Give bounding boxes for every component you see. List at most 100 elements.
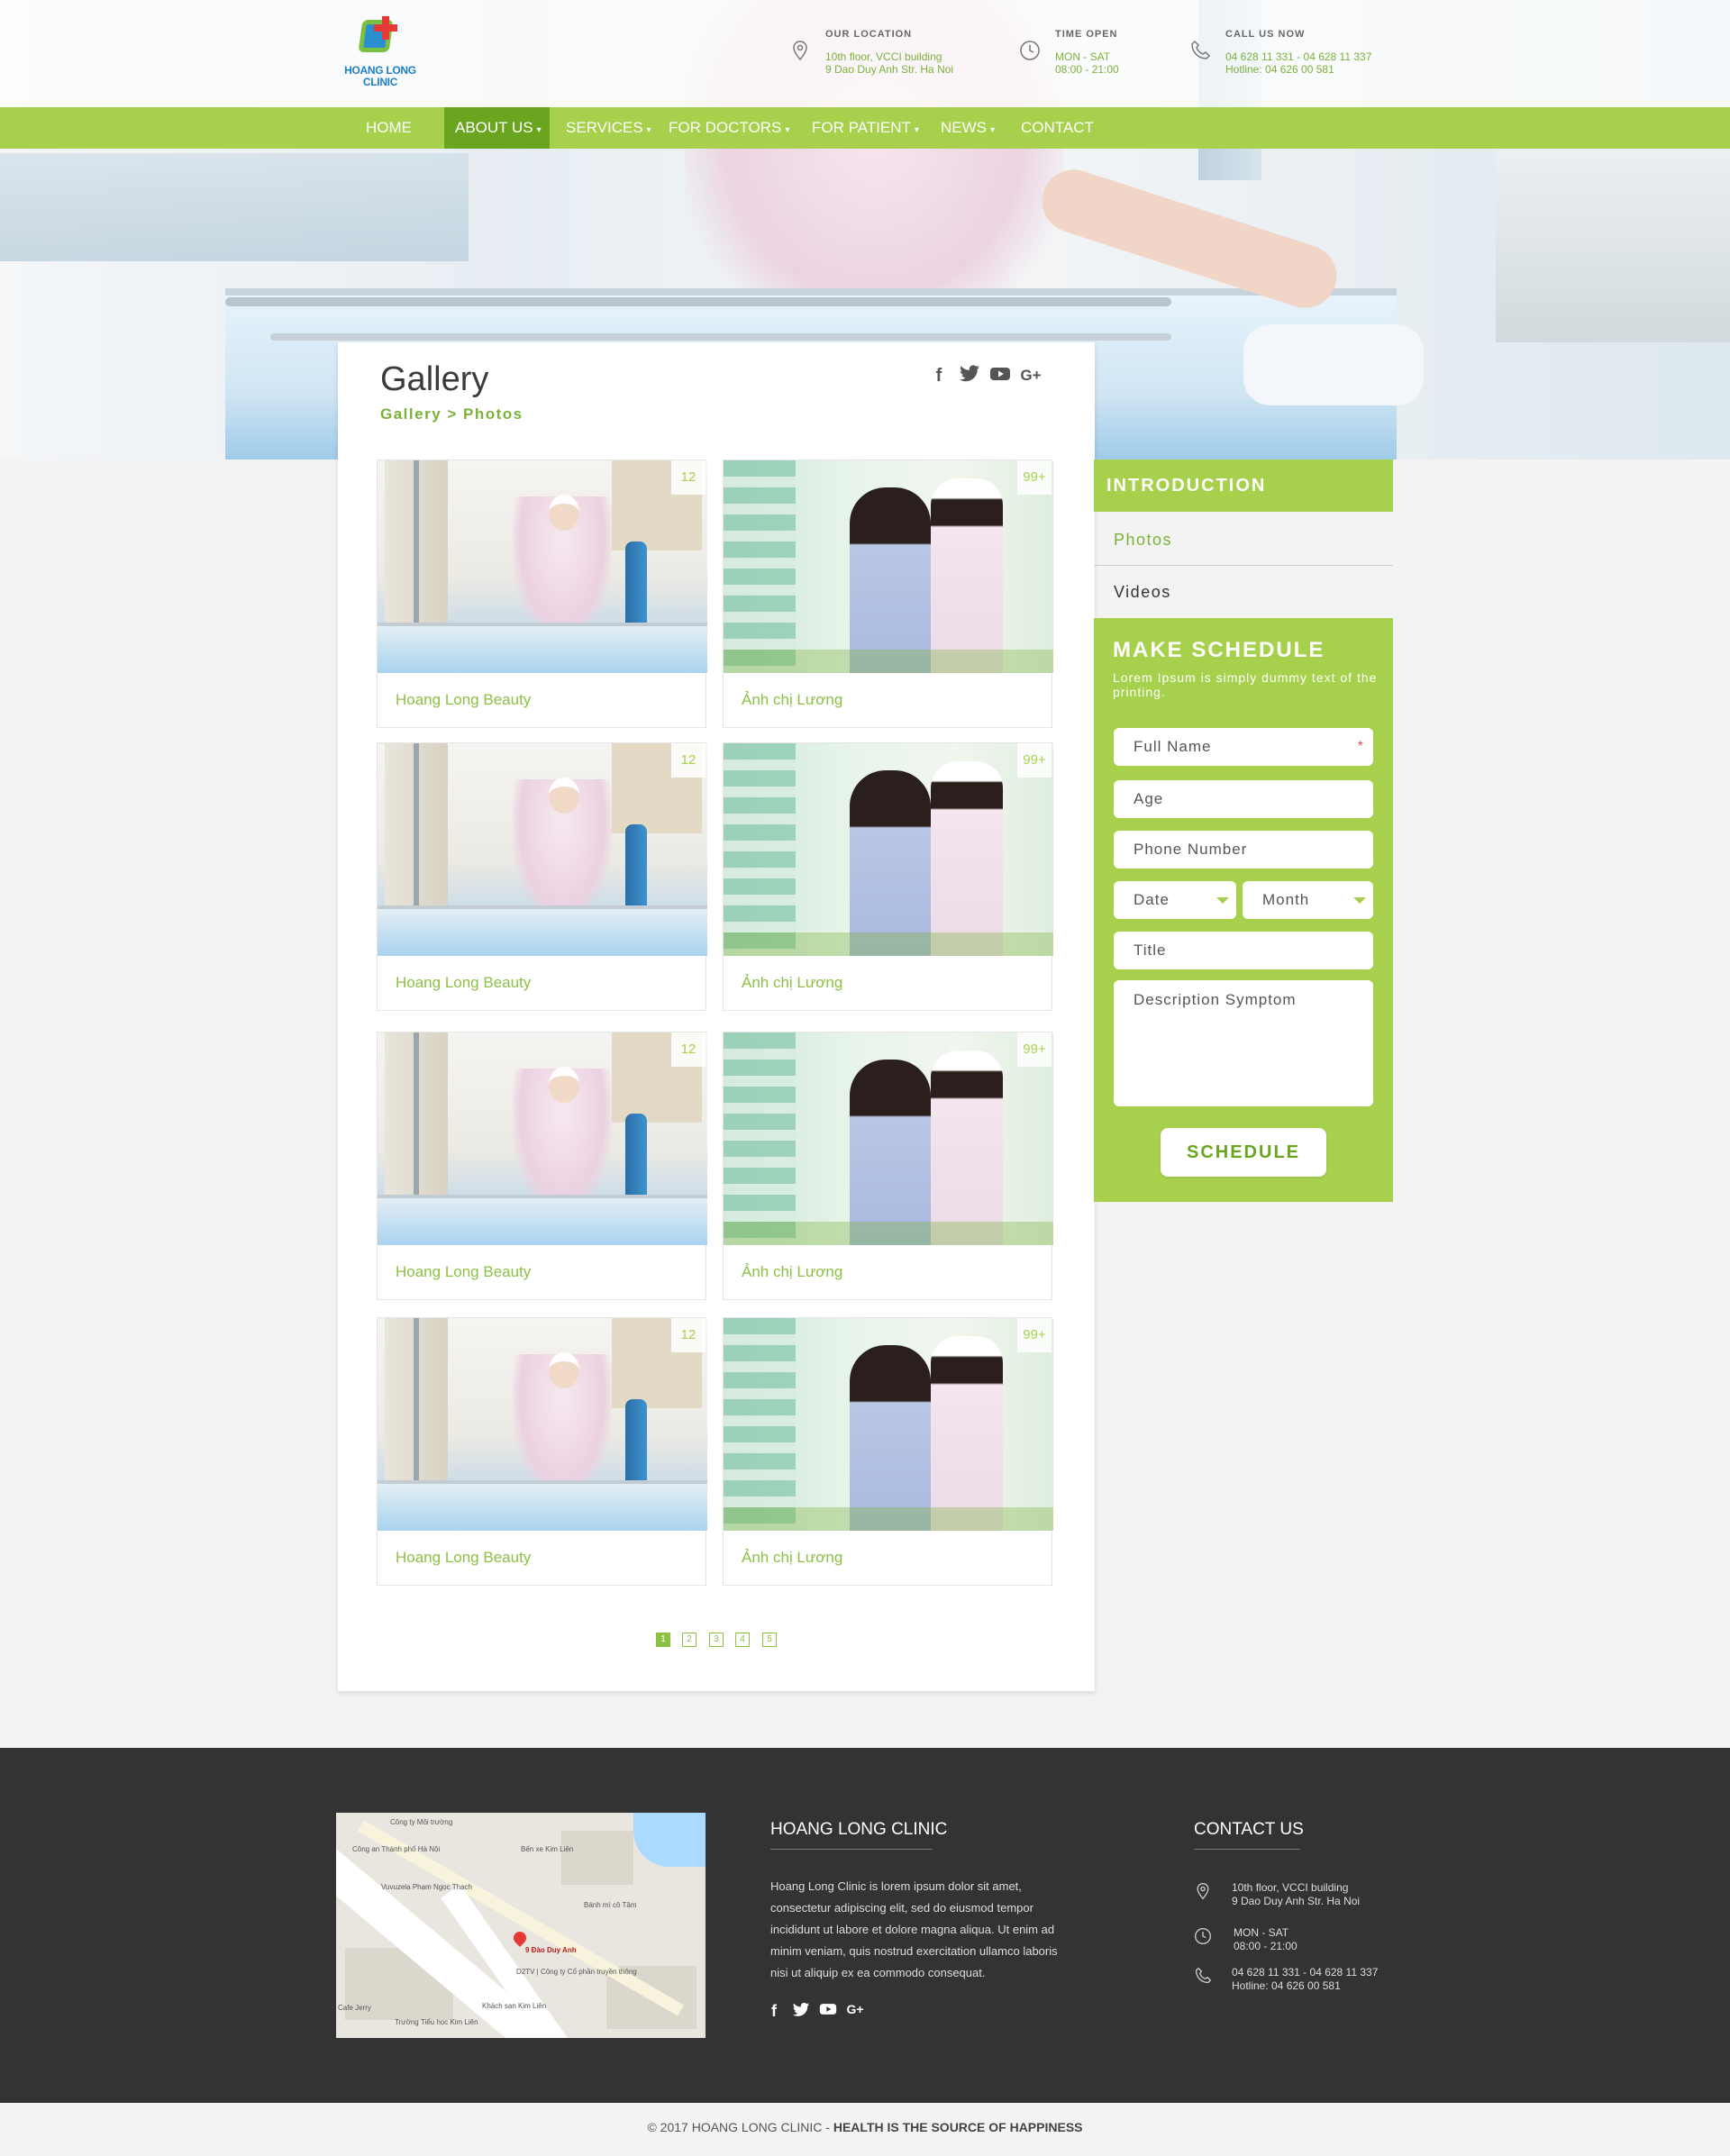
facebook-icon[interactable]: f [927, 364, 951, 387]
page-button-1[interactable]: 1 [656, 1633, 670, 1647]
hero-bed-rail [225, 297, 1171, 306]
gallery-tile[interactable]: 99+ Ảnh chị Lương [723, 459, 1053, 728]
gallery-tile[interactable]: 12 Hoang Long Beauty [377, 1317, 707, 1586]
clock-icon [1195, 1928, 1211, 1944]
time-line1: MON - SAT [1055, 50, 1111, 63]
hero-shelf [0, 153, 469, 261]
page-button-2[interactable]: 2 [682, 1633, 697, 1647]
chevron-down-icon: ▾ [646, 125, 651, 135]
sidebar-heading-introduction[interactable]: INTRODUCTION [1094, 459, 1393, 512]
schedule-title: MAKE SCHEDULE [1113, 638, 1325, 662]
location-line1: 10th floor, VCCI building [825, 50, 942, 63]
location-title: OUR LOCATION [825, 29, 913, 40]
album-cover-image [378, 1033, 707, 1245]
clock-icon [1020, 41, 1040, 60]
youtube-icon[interactable] [818, 2002, 838, 2021]
divider [770, 1849, 933, 1850]
chevron-down-icon: ▾ [785, 125, 790, 135]
facebook-icon[interactable]: f [764, 2002, 784, 2021]
footer-phone-line1[interactable]: 04 628 11 331 - 04 628 11 337 [1232, 1966, 1378, 1979]
gallery-tile[interactable]: 99+ Ảnh chị Lương [723, 1032, 1053, 1300]
dropdown-arrow-icon [1353, 897, 1366, 904]
footer-about-text: Hoang Long Clinic is lorem ipsum dolor s… [770, 1879, 1058, 1979]
photo-count-badge: 12 [671, 460, 706, 495]
gallery-tile[interactable]: 12 Hoang Long Beauty [377, 1032, 707, 1300]
sidebar-item-photos[interactable]: Photos [1094, 514, 1393, 566]
album-cover-image [378, 460, 707, 673]
nav-home[interactable]: HOME [355, 107, 426, 149]
footer-about-title: HOANG LONG CLINIC [770, 1820, 948, 1839]
call-line1[interactable]: 04 628 11 331 - 04 628 11 337 [1225, 50, 1371, 63]
album-caption[interactable]: Ảnh chị Lương [742, 974, 842, 992]
location-map[interactable]: 9 Đào Duy Anh Công ty Môi trường Công an… [336, 1813, 706, 2038]
nav-contact[interactable]: CONTACT [1010, 107, 1108, 149]
gallery-tile[interactable]: 99+ Ảnh chị Lương [723, 1317, 1053, 1586]
twitter-icon[interactable] [958, 364, 981, 387]
album-caption[interactable]: Hoang Long Beauty [396, 691, 531, 709]
title-field[interactable]: Title [1114, 932, 1373, 969]
call-line2[interactable]: Hotline: 04 626 00 581 [1225, 63, 1334, 76]
map-pin-icon [1197, 1882, 1209, 1900]
required-mark: * [1357, 739, 1364, 754]
footer-time-line2: 08:00 - 21:00 [1234, 1940, 1298, 1952]
photo-count-badge: 99+ [1017, 743, 1052, 778]
date-select[interactable]: Date [1114, 881, 1236, 919]
album-cover-image [378, 743, 707, 956]
map-water [633, 1813, 706, 1867]
gallery-tile[interactable]: 99+ Ảnh chị Lương [723, 742, 1053, 1011]
google-plus-icon[interactable]: G+ [1019, 364, 1043, 387]
full-name-field[interactable]: Full Name * [1114, 728, 1373, 766]
schedule-button[interactable]: SCHEDULE [1161, 1128, 1326, 1177]
album-caption[interactable]: Ảnh chị Lương [742, 1263, 842, 1281]
footer-time-line1: MON - SAT [1234, 1926, 1289, 1939]
page-button-3[interactable]: 3 [709, 1633, 724, 1647]
nav-for-doctors[interactable]: FOR DOCTORS ▾ [658, 107, 800, 149]
location-line2: 9 Dao Duy Anh Str. Ha Noi [825, 63, 954, 76]
album-cover-image [724, 460, 1053, 673]
photo-count-badge: 99+ [1017, 460, 1052, 495]
description-symptom-field[interactable]: Description Symptom [1114, 980, 1373, 1106]
chevron-down-icon: ▾ [914, 125, 919, 135]
nav-for-patient[interactable]: FOR PATIENT ▾ [801, 107, 930, 149]
page-button-5[interactable]: 5 [762, 1633, 777, 1647]
logo-icon [358, 16, 398, 56]
page-button-4[interactable]: 4 [735, 1633, 750, 1647]
footer: 9 Đào Duy Anh Công ty Môi trường Công an… [0, 1748, 1730, 2103]
album-caption[interactable]: Ảnh chị Lương [742, 691, 842, 709]
dropdown-arrow-icon [1216, 897, 1229, 904]
footer-contact-title: CONTACT US [1194, 1820, 1304, 1839]
call-title: CALL US NOW [1225, 29, 1306, 40]
album-cover-image [724, 1033, 1053, 1245]
time-title: TIME OPEN [1055, 29, 1118, 40]
age-field[interactable]: Age [1114, 780, 1373, 818]
divider [1194, 1849, 1300, 1850]
twitter-icon[interactable] [791, 2002, 811, 2023]
photo-count-badge: 12 [671, 1318, 706, 1352]
month-select[interactable]: Month [1243, 881, 1373, 919]
breadcrumb[interactable]: Gallery > Photos [380, 405, 524, 423]
album-caption[interactable]: Hoang Long Beauty [396, 1263, 531, 1281]
map-pin-icon [511, 1929, 529, 1947]
album-caption[interactable]: Hoang Long Beauty [396, 1549, 531, 1567]
photo-count-badge: 12 [671, 743, 706, 778]
gallery-tile[interactable]: 12 Hoang Long Beauty [377, 742, 707, 1011]
page-title: Gallery [380, 360, 489, 398]
phone-number-field[interactable]: Phone Number [1114, 831, 1373, 869]
copyright: © 2017 HOANG LONG CLINIC - HEALTH IS THE… [647, 2120, 1083, 2134]
nav-news[interactable]: NEWS ▾ [930, 107, 1006, 149]
schedule-form: MAKE SCHEDULE Lorem Ipsum is simply dumm… [1094, 618, 1393, 1202]
album-cover-image [724, 743, 1053, 956]
sidebar-item-videos[interactable]: Videos [1094, 566, 1393, 618]
clinic-logo[interactable]: HOANG LONG CLINIC [335, 16, 425, 97]
logo-text: HOANG LONG CLINIC [344, 64, 416, 88]
album-caption[interactable]: Hoang Long Beauty [396, 974, 531, 992]
google-plus-icon[interactable]: G+ [845, 2002, 865, 2016]
nav-services[interactable]: SERVICES ▾ [555, 107, 662, 149]
nav-about-us[interactable]: ABOUT US ▾ [444, 107, 550, 149]
photo-count-badge: 99+ [1017, 1318, 1052, 1352]
album-caption[interactable]: Ảnh chị Lương [742, 1549, 842, 1567]
footer-phone-line2[interactable]: Hotline: 04 626 00 581 [1232, 1979, 1341, 1992]
hero-bed-rail [270, 333, 1171, 341]
youtube-icon[interactable] [988, 364, 1012, 387]
gallery-tile[interactable]: 12 Hoang Long Beauty [377, 459, 707, 728]
